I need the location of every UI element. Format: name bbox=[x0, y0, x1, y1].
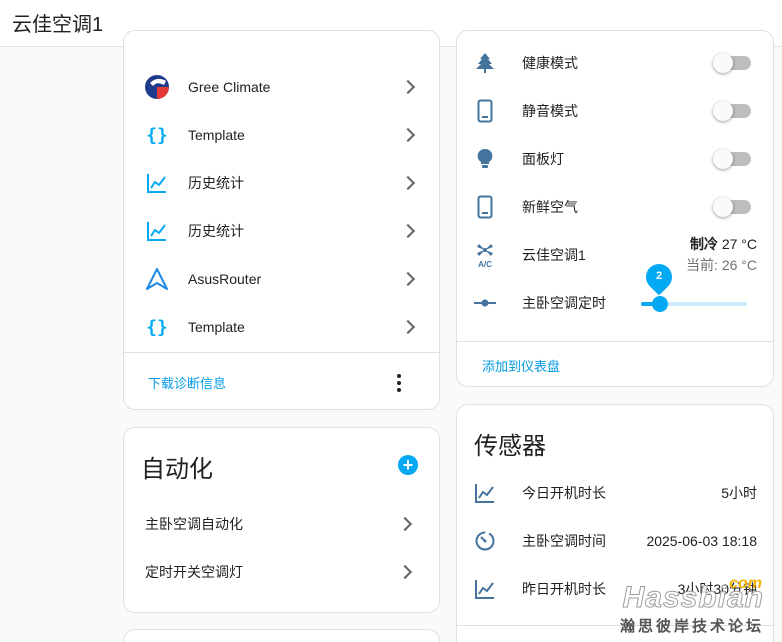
list-item-label: AsusRouter bbox=[188, 271, 262, 287]
toggle-knob bbox=[713, 53, 733, 73]
sensor-row[interactable]: 主卧空调时间 2025-06-03 18:18 bbox=[457, 517, 773, 565]
pine-tree-icon bbox=[471, 49, 499, 77]
curly-braces-icon: {} bbox=[146, 124, 168, 146]
phone-icon bbox=[471, 193, 499, 221]
divider bbox=[124, 352, 439, 353]
timer-label: 主卧空调定时 bbox=[522, 295, 606, 311]
automation-item-label: 主卧空调自动化 bbox=[145, 516, 243, 532]
timer-slider-thumb[interactable] bbox=[652, 296, 668, 312]
chevron-right-icon bbox=[397, 564, 413, 580]
list-item-label: 历史统计 bbox=[188, 175, 244, 191]
sensor-label: 昨日开机时长 bbox=[522, 581, 606, 597]
svg-text:A/C: A/C bbox=[478, 260, 492, 268]
watermark-subtitle: 瀚思彼岸技术论坛 bbox=[619, 618, 764, 635]
controls-card: 健康模式 静音模式 面板灯 新鲜空气 A/C 云佳空调1 制冷 27 °C 当前… bbox=[456, 30, 774, 387]
divider bbox=[457, 341, 773, 342]
automation-item[interactable]: 主卧空调自动化 bbox=[124, 500, 439, 548]
slider-value-label: 2 bbox=[655, 270, 663, 282]
health-mode-toggle[interactable] bbox=[713, 53, 751, 73]
list-item-label: 历史统计 bbox=[188, 223, 244, 239]
health-mode-label: 健康模式 bbox=[522, 55, 578, 71]
climate-current: 当前: 26 °C bbox=[686, 257, 757, 273]
mute-mode-toggle[interactable] bbox=[713, 101, 751, 121]
list-item-label: Template bbox=[188, 319, 245, 335]
page-title: 云佳空调1 bbox=[12, 14, 104, 36]
chevron-right-icon bbox=[400, 271, 416, 287]
panel-light-row[interactable]: 面板灯 bbox=[457, 135, 773, 183]
climate-state: 制冷 27 °C 当前: 26 °C bbox=[686, 234, 757, 276]
air-conditioner-icon: A/C bbox=[471, 241, 499, 269]
mute-mode-row[interactable]: 静音模式 bbox=[457, 87, 773, 135]
panel-light-label: 面板灯 bbox=[522, 151, 564, 167]
chevron-right-icon bbox=[397, 516, 413, 532]
chevron-right-icon bbox=[400, 79, 416, 95]
phone-icon bbox=[471, 97, 499, 125]
chart-line-icon bbox=[143, 217, 171, 245]
automation-card: 自动化 + 主卧空调自动化 定时开关空调灯 bbox=[123, 427, 440, 613]
climate-label: 云佳空调1 bbox=[522, 247, 586, 263]
chart-line-icon bbox=[471, 575, 499, 603]
more-vert-icon[interactable] bbox=[397, 374, 401, 395]
add-automation-button[interactable]: + bbox=[398, 455, 418, 475]
automation-item-label: 定时开关空调灯 bbox=[145, 564, 243, 580]
chevron-right-icon bbox=[400, 223, 416, 239]
list-item-asusrouter[interactable]: AsusRouter bbox=[124, 255, 439, 303]
sensor-value: 2025-06-03 18:18 bbox=[646, 533, 757, 549]
list-item-gree[interactable]: Gree Climate bbox=[124, 63, 439, 111]
sensor-row[interactable]: 今日开机时长 5小时 bbox=[457, 469, 773, 517]
next-card bbox=[123, 629, 440, 642]
list-item-label: Template bbox=[188, 127, 245, 143]
sensor-value: 5小时 bbox=[721, 485, 757, 501]
lightbulb-icon bbox=[471, 145, 499, 173]
add-to-dashboard-link[interactable]: 添加到仪表盘 bbox=[482, 356, 560, 375]
toggle-knob bbox=[713, 149, 733, 169]
health-mode-row[interactable]: 健康模式 bbox=[457, 39, 773, 87]
chart-line-icon bbox=[143, 169, 171, 197]
chevron-right-icon bbox=[400, 319, 416, 335]
integrations-card: Gree Climate {} Template 历史统计 历史统计 AsusR… bbox=[123, 30, 440, 410]
fresh-air-label: 新鲜空气 bbox=[522, 199, 578, 215]
automation-title: 自动化 bbox=[141, 456, 213, 483]
sensors-title: 传感器 bbox=[474, 433, 546, 460]
toggle-knob bbox=[713, 197, 733, 217]
toggle-knob bbox=[713, 101, 733, 121]
list-item-label: Gree Climate bbox=[188, 79, 271, 95]
curly-braces-icon: {} bbox=[146, 316, 168, 338]
climate-mode: 制冷 bbox=[689, 236, 718, 252]
list-item-history[interactable]: 历史统计 bbox=[124, 159, 439, 207]
chevron-right-icon bbox=[400, 127, 416, 143]
fresh-air-toggle[interactable] bbox=[713, 197, 751, 217]
list-item-history[interactable]: 历史统计 bbox=[124, 207, 439, 255]
mute-mode-label: 静音模式 bbox=[522, 103, 578, 119]
gree-logo-icon bbox=[143, 73, 171, 101]
automation-item[interactable]: 定时开关空调灯 bbox=[124, 548, 439, 596]
timer-icon bbox=[471, 527, 499, 555]
watermark: com Hassbian 瀚思彼岸技术论坛 bbox=[619, 575, 764, 636]
panel-light-toggle[interactable] bbox=[713, 149, 751, 169]
ray-vertex-icon bbox=[471, 289, 499, 317]
list-item-template[interactable]: {} Template bbox=[124, 111, 439, 159]
asus-router-icon bbox=[143, 265, 171, 293]
chart-line-icon bbox=[471, 479, 499, 507]
fresh-air-row[interactable]: 新鲜空气 bbox=[457, 183, 773, 231]
list-item-template[interactable]: {} Template bbox=[124, 303, 439, 351]
watermark-com: com bbox=[729, 575, 762, 592]
sensor-label: 今日开机时长 bbox=[522, 485, 606, 501]
sensor-label: 主卧空调时间 bbox=[522, 533, 606, 549]
download-diagnostics-link[interactable]: 下载诊断信息 bbox=[148, 373, 226, 392]
chevron-right-icon bbox=[400, 175, 416, 191]
climate-target: 27 °C bbox=[721, 236, 757, 252]
